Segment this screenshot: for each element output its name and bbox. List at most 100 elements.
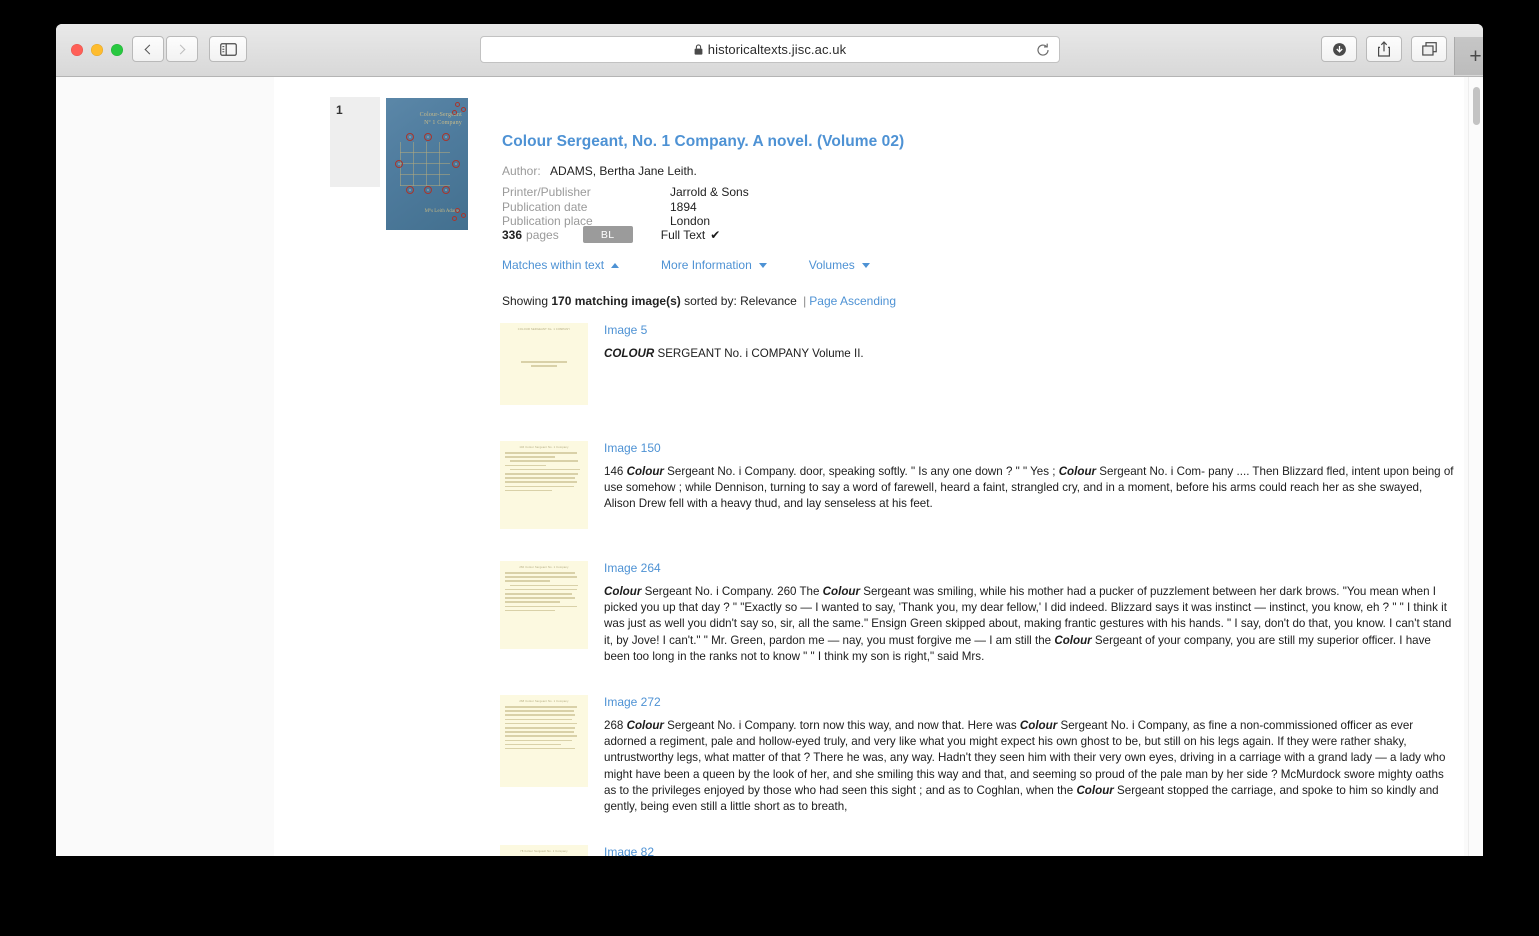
result-item: COLOUR SERGEANT No. 1 COMPANY Image 5 CO… bbox=[56, 323, 1483, 405]
result-item: 78 Colour Sergeant No. 1 Company Image 8… bbox=[56, 845, 1483, 856]
result-item: 146 Colour Sergeant No. 1 Company Image … bbox=[56, 441, 1483, 529]
result-image-link[interactable]: Image 82 bbox=[604, 845, 1455, 856]
page-thumbnail[interactable]: 146 Colour Sergeant No. 1 Company bbox=[500, 441, 588, 529]
page-thumbnail[interactable]: 260 Colour Sergeant No. 1 Company bbox=[500, 561, 588, 649]
snippet-text: Sergeant No. i Company. door, speaking s… bbox=[663, 465, 1059, 478]
result-body: Image 272 268 Colour Sergeant No. i Comp… bbox=[604, 695, 1483, 815]
result-item: 268 Colour Sergeant No. 1 Company Image … bbox=[56, 695, 1483, 815]
accordion-label: Volumes bbox=[808, 258, 855, 272]
page-count-label: pages bbox=[526, 227, 559, 242]
minimize-window-button[interactable] bbox=[91, 44, 103, 56]
author-value: ADAMS, Bertha Jane Leith. bbox=[550, 164, 697, 178]
highlighted-term: COLOUR bbox=[604, 347, 655, 360]
cover-lattice-ornament bbox=[400, 142, 450, 186]
browser-window: historicaltexts.jisc.ac.uk + 1 Colour-Se… bbox=[56, 24, 1483, 856]
share-icon bbox=[1378, 41, 1390, 57]
page-thumbnail[interactable]: 78 Colour Sergeant No. 1 Company bbox=[500, 845, 588, 856]
snippet-text: 268 bbox=[604, 719, 627, 733]
page-thumbnail[interactable]: 268 Colour Sergeant No. 1 Company bbox=[500, 695, 588, 788]
chevron-down-icon bbox=[758, 262, 767, 268]
lock-icon bbox=[694, 44, 703, 55]
match-count: 170 matching image(s) bbox=[551, 294, 681, 308]
accordion-matches-within-text[interactable]: Matches within text bbox=[502, 258, 620, 272]
result-image-link[interactable]: Image 5 bbox=[604, 323, 1455, 337]
result-snippet: 146 Colour Sergeant No. i Company. door,… bbox=[604, 464, 1455, 513]
metadata-table: Printer/Publisher Jarrold & Sons Publica… bbox=[502, 185, 749, 229]
tab-overview-button[interactable] bbox=[1411, 36, 1447, 62]
page-count: 336 bbox=[502, 227, 523, 242]
highlighted-term: Colour bbox=[1019, 719, 1058, 733]
result-body: Image 264 Colour Sergeant No. i Company.… bbox=[604, 561, 1483, 665]
thumbnail-header: 146 Colour Sergeant No. 1 Company bbox=[519, 446, 569, 449]
chevron-up-icon bbox=[611, 262, 620, 268]
cover-rosette-icon bbox=[442, 186, 450, 194]
cover-corner-ornament-icon bbox=[450, 102, 468, 120]
share-button[interactable] bbox=[1366, 36, 1402, 62]
cover-rosette-icon bbox=[424, 186, 432, 194]
thumbnail-header: 260 Colour Sergeant No. 1 Company bbox=[519, 566, 569, 569]
result-body: Image 150 146 Colour Sergeant No. i Comp… bbox=[604, 441, 1483, 529]
highlighted-term: Colour bbox=[1054, 633, 1092, 647]
result-image-link[interactable]: Image 264 bbox=[604, 561, 1455, 575]
close-window-button[interactable] bbox=[71, 44, 83, 56]
downloads-button[interactable] bbox=[1321, 36, 1357, 62]
result-snippet: 268 Colour Sergeant No. i Company. torn … bbox=[604, 718, 1455, 815]
full-text-label: Full Text bbox=[660, 227, 706, 242]
highlighted-term: Colour bbox=[626, 719, 664, 733]
snippet-text: Sergeant No. i Company. torn now this wa… bbox=[663, 719, 1020, 733]
accordion-volumes[interactable]: Volumes bbox=[809, 258, 870, 272]
forward-button[interactable] bbox=[166, 36, 198, 62]
source-badge: BL bbox=[582, 226, 633, 243]
chevron-right-icon bbox=[175, 44, 186, 54]
url-text: historicaltexts.jisc.ac.uk bbox=[707, 42, 847, 57]
summary-sort: sorted by: Relevance bbox=[680, 294, 801, 308]
page-thumbnail[interactable]: COLOUR SERGEANT No. 1 COMPANY bbox=[500, 323, 588, 405]
metadata-row: Publication date 1894 bbox=[502, 200, 749, 215]
results-list: COLOUR SERGEANT No. 1 COMPANY Image 5 CO… bbox=[56, 323, 1483, 856]
reload-icon[interactable] bbox=[1036, 43, 1050, 57]
result-image-link[interactable]: Image 272 bbox=[604, 695, 1455, 709]
author-row: Author: ADAMS, Bertha Jane Leith. bbox=[502, 164, 697, 178]
result-item: 260 Colour Sergeant No. 1 Company Image … bbox=[56, 561, 1483, 665]
page-number-box[interactable]: 1 bbox=[330, 97, 380, 187]
accordion-toolbar: Matches within text More Information Vol… bbox=[502, 258, 912, 272]
metadata-row: Printer/Publisher Jarrold & Sons bbox=[502, 185, 749, 200]
sidebar-toggle-icon bbox=[219, 42, 237, 56]
result-snippet: Colour Sergeant No. i Company. 260 The C… bbox=[604, 584, 1455, 665]
new-tab-button[interactable]: + bbox=[1454, 37, 1483, 75]
highlighted-term: Colour bbox=[1076, 783, 1114, 797]
accordion-more-information[interactable]: More Information bbox=[661, 258, 767, 272]
sort-page-ascending-link[interactable]: Page Ascending bbox=[809, 294, 896, 308]
results-summary: Showing 170 matching image(s) sorted by:… bbox=[502, 294, 896, 308]
book-cover-thumbnail[interactable]: Colour-Sergeant Nº 1 Company Mᴿs Leith A… bbox=[386, 98, 468, 230]
record-title-link[interactable]: Colour Sergeant, No. 1 Company. A novel.… bbox=[502, 133, 904, 151]
highlighted-term: Colour bbox=[626, 465, 664, 478]
result-body: Image 82 78 Colour Sergeant No. i Compan… bbox=[604, 845, 1483, 856]
maximize-window-button[interactable] bbox=[111, 44, 123, 56]
author-label: Author: bbox=[502, 164, 541, 178]
scrollbar-thumb[interactable] bbox=[1473, 87, 1480, 125]
window-controls bbox=[71, 44, 123, 56]
browser-toolbar: historicaltexts.jisc.ac.uk + bbox=[56, 24, 1483, 77]
cover-rosette-icon bbox=[395, 160, 403, 168]
result-snippet: COLOUR SERGEANT No. i COMPANY Volume II. bbox=[604, 346, 1455, 362]
cover-rosette-icon bbox=[406, 133, 414, 141]
pages-row: 336 pages BL Full Text ✔ bbox=[502, 226, 720, 243]
check-icon: ✔ bbox=[710, 227, 721, 242]
snippet-text: Sergeant No. i Company. 260 The bbox=[641, 585, 823, 598]
thumbnail-header: 78 Colour Sergeant No. 1 Company bbox=[520, 850, 568, 854]
cover-rosette-icon bbox=[442, 133, 450, 141]
summary-separator: | bbox=[803, 294, 807, 308]
sidebar-toggle-button[interactable] bbox=[209, 36, 247, 62]
summary-prefix: Showing bbox=[502, 294, 552, 308]
snippet-text: SERGEANT No. i COMPANY Volume II. bbox=[654, 347, 864, 360]
address-bar[interactable]: historicaltexts.jisc.ac.uk bbox=[480, 36, 1060, 63]
accordion-label: Matches within text bbox=[502, 258, 605, 272]
vertical-scrollbar[interactable] bbox=[1468, 77, 1483, 856]
metadata-value: 1894 bbox=[670, 199, 697, 214]
cover-corner-ornament-icon bbox=[450, 208, 468, 226]
back-button[interactable] bbox=[132, 36, 164, 62]
metadata-label: Publication date bbox=[502, 199, 588, 214]
accordion-label: More Information bbox=[661, 258, 752, 272]
result-image-link[interactable]: Image 150 bbox=[604, 441, 1455, 455]
